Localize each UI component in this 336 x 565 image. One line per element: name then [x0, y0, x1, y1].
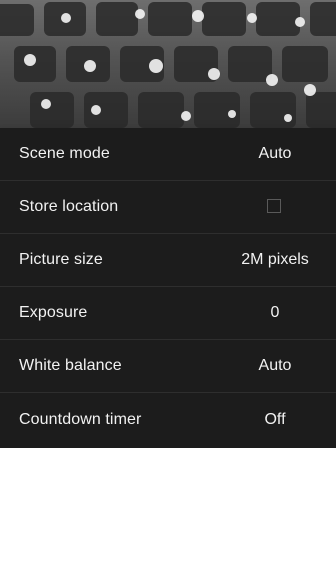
setting-label: Exposure	[19, 304, 88, 321]
keyboard-preview-image	[0, 2, 336, 128]
empty-area	[0, 448, 336, 565]
setting-value: 2M pixels	[241, 251, 309, 268]
setting-value: Auto	[258, 357, 292, 374]
camera-settings-screen: Scene mode Auto Store location Picture s…	[0, 0, 336, 565]
setting-scene-mode[interactable]: Scene mode Auto	[0, 128, 336, 181]
camera-viewfinder-preview[interactable]	[0, 0, 336, 128]
setting-countdown-timer[interactable]: Countdown timer Off	[0, 393, 336, 446]
setting-label: Countdown timer	[19, 410, 142, 428]
store-location-checkbox[interactable]	[267, 199, 281, 213]
setting-white-balance[interactable]: White balance Auto	[0, 340, 336, 393]
setting-label: Store location	[19, 198, 119, 215]
setting-label: White balance	[19, 357, 122, 374]
setting-picture-size[interactable]: Picture size 2M pixels	[0, 234, 336, 287]
setting-value: 0	[270, 304, 280, 321]
setting-value: Off	[264, 410, 286, 428]
settings-panel: Scene mode Auto Store location Picture s…	[0, 128, 336, 448]
setting-store-location[interactable]: Store location	[0, 181, 336, 234]
setting-exposure[interactable]: Exposure 0	[0, 287, 336, 340]
setting-value: Auto	[258, 145, 292, 162]
setting-label: Picture size	[19, 251, 103, 268]
setting-label: Scene mode	[19, 145, 110, 162]
